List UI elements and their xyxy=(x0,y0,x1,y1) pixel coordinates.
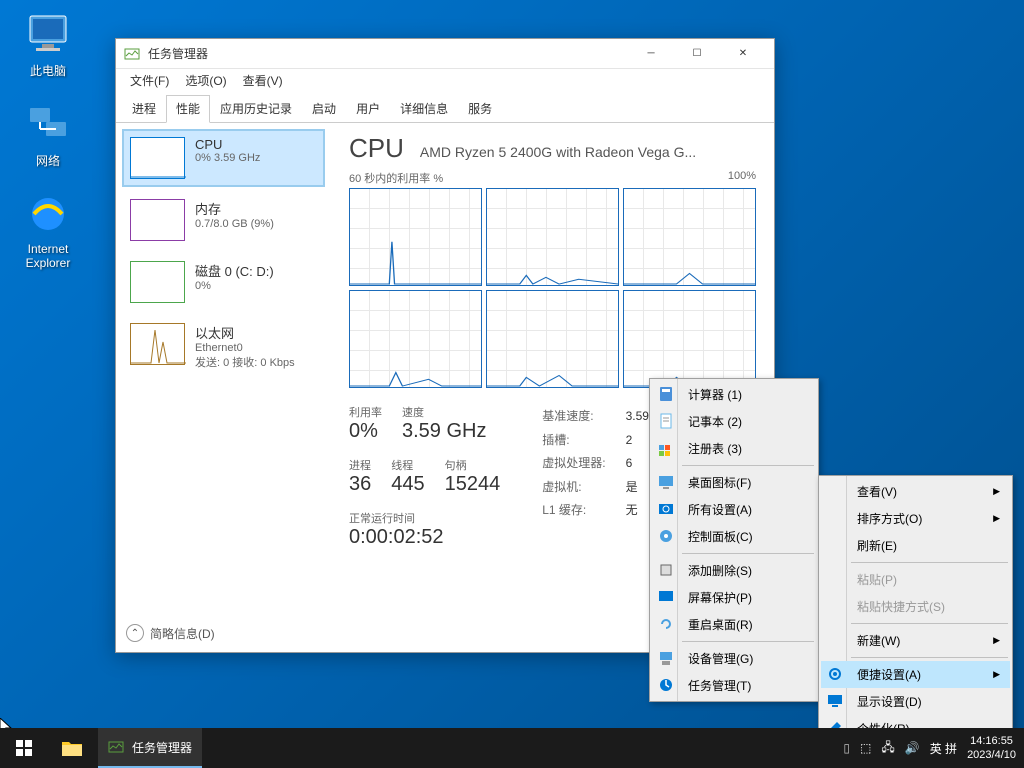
graph-label-left: 60 秒内的利用率 % xyxy=(349,170,443,186)
ctx-paste-shortcut: 粘贴快捷方式(S) xyxy=(821,593,1010,620)
tab-startup[interactable]: 启动 xyxy=(302,95,346,122)
uptime: 0:00:02:52 xyxy=(349,526,500,549)
graph-label-right: 100% xyxy=(728,170,756,186)
taskmgr-icon xyxy=(108,739,124,755)
titlebar[interactable]: 任务管理器 ─ ☐ ✕ xyxy=(116,39,774,69)
cpu-graph-4[interactable] xyxy=(486,290,619,388)
menu-add-remove[interactable]: 添加删除(S) xyxy=(652,557,816,584)
menu-file[interactable]: 文件(F) xyxy=(122,70,177,91)
folder-icon xyxy=(62,740,82,756)
cpu-graph-0[interactable] xyxy=(349,188,482,286)
clock[interactable]: 14:16:55 2023/4/10 xyxy=(967,734,1016,763)
menu-all-settings[interactable]: 所有设置(A) xyxy=(652,496,816,523)
menu-calculator[interactable]: 计算器 (1) xyxy=(652,381,816,408)
menu-view[interactable]: 查看(V) xyxy=(235,70,291,91)
maximize-button[interactable]: ☐ xyxy=(674,39,720,69)
cpu-graph-1[interactable] xyxy=(486,188,619,286)
ctx-new[interactable]: 新建(W)▶ xyxy=(821,627,1010,654)
threads: 445 xyxy=(391,473,424,496)
network-icon xyxy=(26,104,70,144)
cpu-graph-5[interactable] xyxy=(623,290,756,388)
minimize-button[interactable]: ─ xyxy=(628,39,674,69)
menubar: 文件(F) 选项(O) 查看(V) xyxy=(116,69,774,91)
tray-network-icon[interactable]: 🖧 xyxy=(881,738,894,759)
cpu-util: 0% xyxy=(349,420,382,443)
menu-task-mgr[interactable]: 任务管理(T) xyxy=(652,672,816,699)
ctx-refresh[interactable]: 刷新(E) xyxy=(821,532,1010,559)
side-ethernet[interactable]: 以太网Ethernet0发送: 0 接收: 0 Kbps xyxy=(122,315,325,378)
side-memory[interactable]: 内存0.7/8.0 GB (9%) xyxy=(122,191,325,249)
ime-indicator[interactable]: 英 拼 xyxy=(930,740,957,757)
submenu-quick-settings: 计算器 (1) 记事本 (2) 注册表 (3) 桌面图标(F) 所有设置(A) … xyxy=(649,378,819,702)
desktop-icon-computer[interactable]: 此电脑 xyxy=(10,10,86,79)
tray-volume-icon[interactable]: 🔊 xyxy=(905,741,920,755)
menu-options[interactable]: 选项(O) xyxy=(177,70,234,91)
windows-icon xyxy=(16,740,32,756)
ctx-paste: 粘贴(P) xyxy=(821,566,1010,593)
tab-users[interactable]: 用户 xyxy=(346,95,390,122)
cpu-model: AMD Ryzen 5 2400G with Radeon Vega G... xyxy=(420,144,696,160)
menu-screensaver[interactable]: 屏幕保护(P) xyxy=(652,584,816,611)
cpu-title: CPU xyxy=(349,133,404,164)
tabs: 进程 性能 应用历史记录 启动 用户 详细信息 服务 xyxy=(116,95,774,123)
cpu-graph-3[interactable] xyxy=(349,290,482,388)
tab-performance[interactable]: 性能 xyxy=(166,95,210,123)
tab-processes[interactable]: 进程 xyxy=(122,95,166,122)
ctx-quick-settings[interactable]: 便捷设置(A)▶ xyxy=(821,661,1010,688)
taskbar-task-manager[interactable]: 任务管理器 xyxy=(98,728,202,768)
window-title: 任务管理器 xyxy=(148,45,628,62)
tab-app-history[interactable]: 应用历史记录 xyxy=(210,95,302,122)
tray-action-center-icon[interactable]: ⬚ xyxy=(860,741,871,755)
ctx-sort[interactable]: 排序方式(O)▶ xyxy=(821,505,1010,532)
desktop-icon-network[interactable]: 网络 xyxy=(10,100,86,169)
ctx-display[interactable]: 显示设置(D) xyxy=(821,688,1010,715)
menu-control-panel[interactable]: 控制面板(C) xyxy=(652,523,816,550)
side-cpu[interactable]: CPU0% 3.59 GHz xyxy=(122,129,325,187)
desktop-icon-ie[interactable]: Internet Explorer xyxy=(10,190,86,270)
tab-services[interactable]: 服务 xyxy=(458,95,502,122)
system-tray: ▯ ⬚ 🖧 🔊 英 拼 14:16:55 2023/4/10 xyxy=(843,734,1024,763)
file-explorer-button[interactable] xyxy=(48,728,96,768)
ctx-view[interactable]: 查看(V)▶ xyxy=(821,478,1010,505)
menu-registry[interactable]: 注册表 (3) xyxy=(652,435,816,462)
menu-notepad[interactable]: 记事本 (2) xyxy=(652,408,816,435)
computer-icon xyxy=(26,14,70,54)
close-button[interactable]: ✕ xyxy=(720,39,766,69)
cpu-graph-2[interactable] xyxy=(623,188,756,286)
side-disk[interactable]: 磁盘 0 (C: D:)0% xyxy=(122,253,325,311)
menu-desktop-icons[interactable]: 桌面图标(F) xyxy=(652,469,816,496)
processes: 36 xyxy=(349,473,371,496)
perf-sidebar: CPU0% 3.59 GHz 内存0.7/8.0 GB (9%) 磁盘 0 (C… xyxy=(116,123,331,648)
cpu-speed: 3.59 GHz xyxy=(402,420,486,443)
cpu-graphs xyxy=(349,188,756,388)
desktop-context-menu: 查看(V)▶ 排序方式(O)▶ 刷新(E) 粘贴(P) 粘贴快捷方式(S) 新建… xyxy=(818,475,1013,745)
start-button[interactable] xyxy=(0,728,48,768)
chevron-up-icon: ⌃ xyxy=(126,624,144,642)
tray-battery-icon[interactable]: ▯ xyxy=(843,741,850,755)
taskbar: 任务管理器 ▯ ⬚ 🖧 🔊 英 拼 14:16:55 2023/4/10 xyxy=(0,728,1024,768)
ie-icon xyxy=(26,192,70,236)
handles: 15244 xyxy=(445,473,501,496)
menu-restart-desktop[interactable]: 重启桌面(R) xyxy=(652,611,816,638)
fewer-details-link[interactable]: ⌃ 简略信息(D) xyxy=(126,624,215,642)
menu-device-mgr[interactable]: 设备管理(G) xyxy=(652,645,816,672)
tab-details[interactable]: 详细信息 xyxy=(390,95,458,122)
app-icon xyxy=(124,46,140,62)
